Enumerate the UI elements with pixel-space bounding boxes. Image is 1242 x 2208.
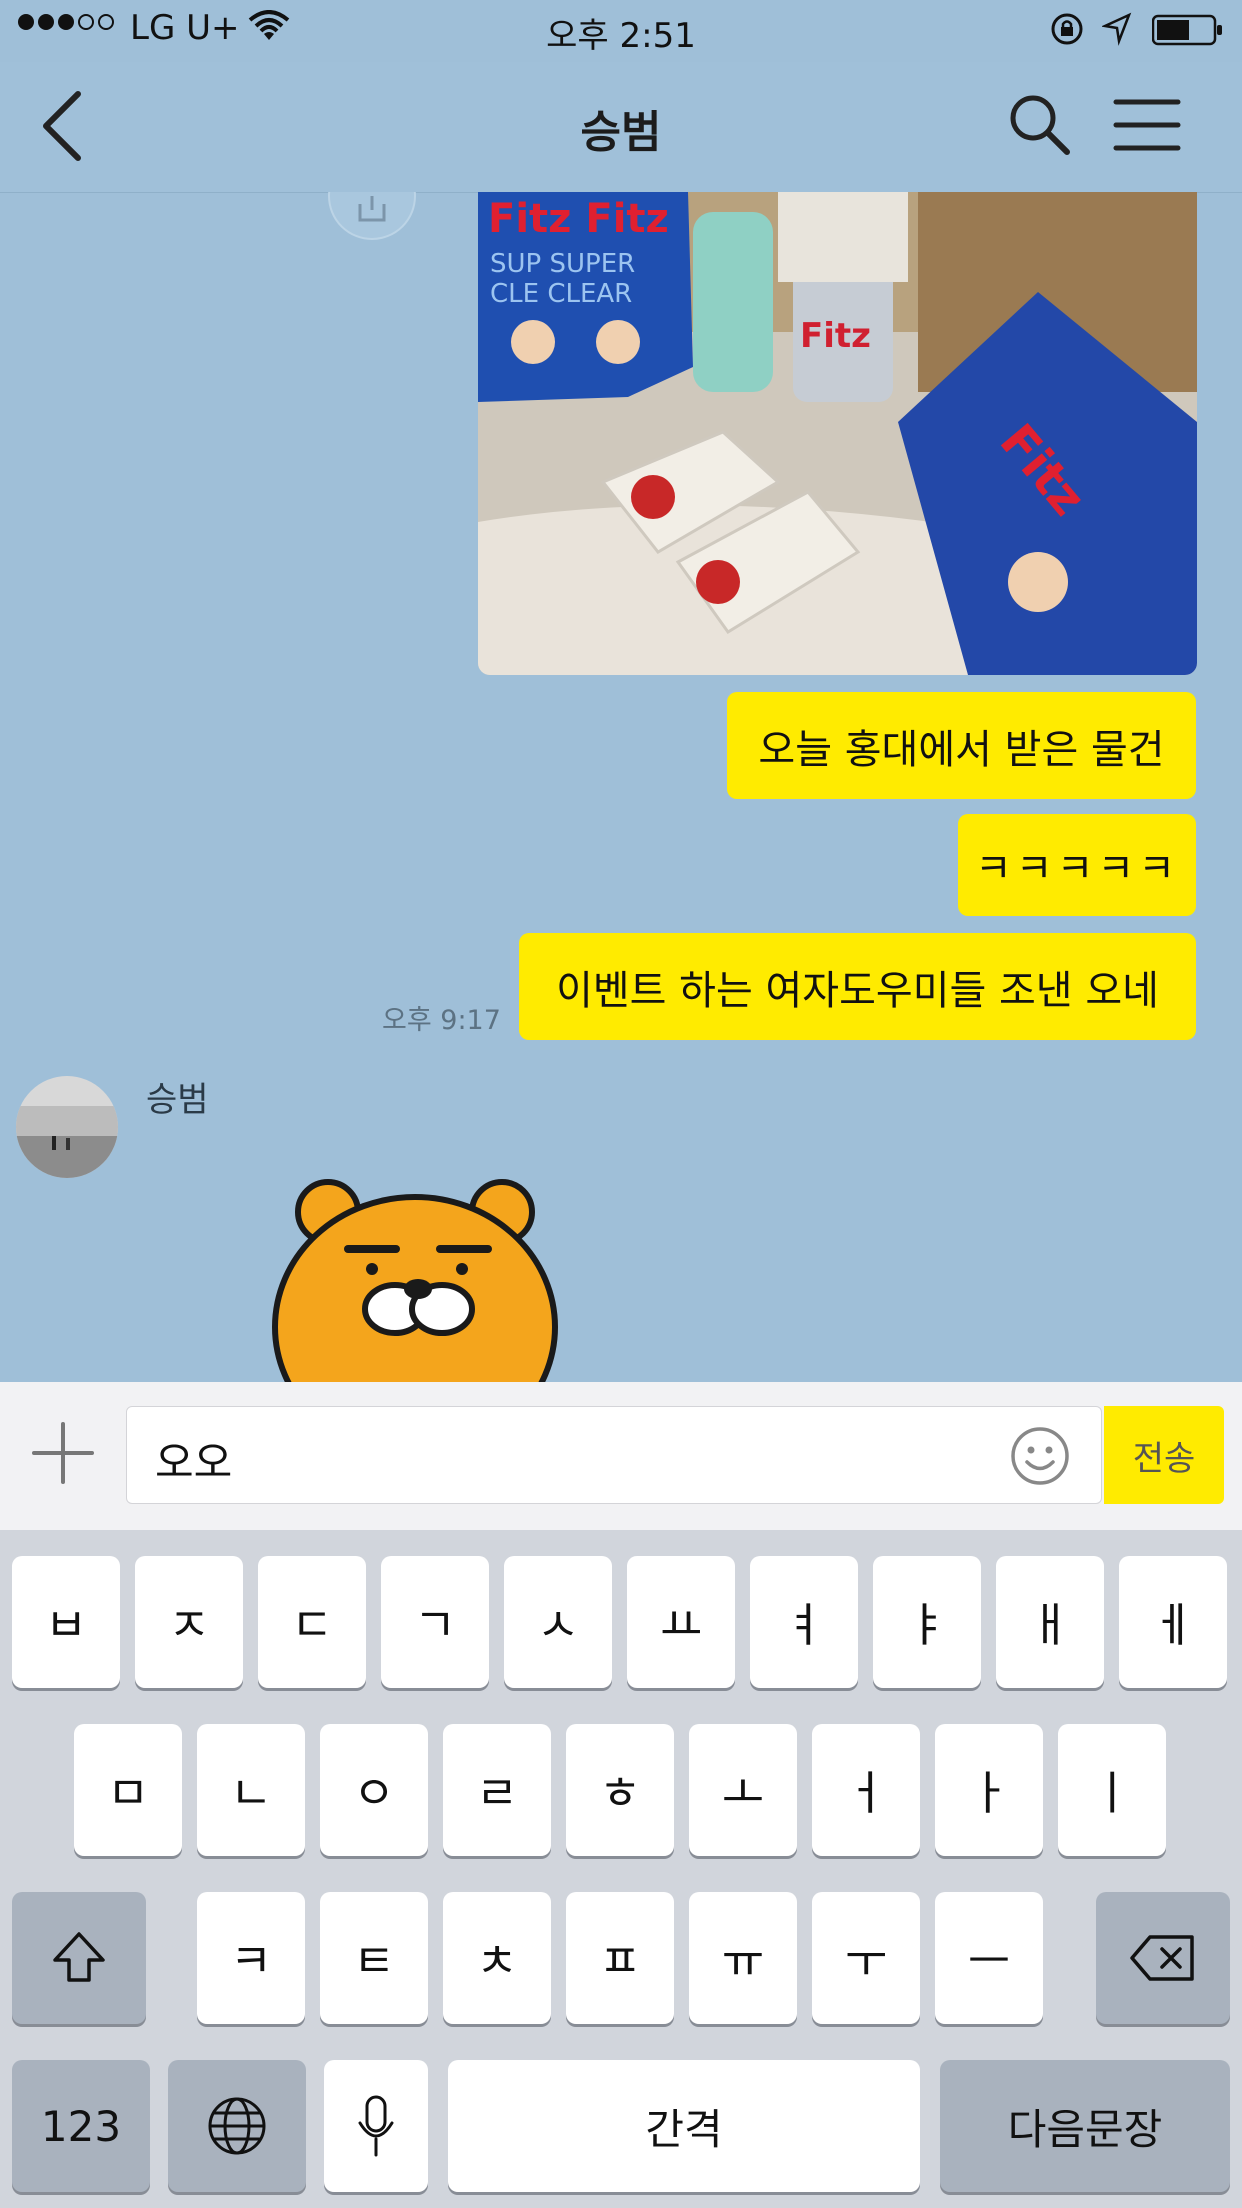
- svg-text:Fitz Fitz: Fitz Fitz: [488, 196, 669, 242]
- korean-keyboard: ㅂ ㅈ ㄷ ㄱ ㅅ ㅛ ㅕ ㅑ ㅐ ㅔ ㅁ ㄴ ㅇ ㄹ ㅎ ㅗ ㅓ ㅏ ㅣ ㅋ …: [0, 1530, 1242, 2208]
- key[interactable]: ㅁ: [74, 1724, 182, 1856]
- svg-text:Fitz: Fitz: [800, 316, 871, 356]
- key[interactable]: ㅇ: [320, 1724, 428, 1856]
- microphone-icon: [358, 2095, 394, 2157]
- key[interactable]: ㅣ: [1058, 1724, 1166, 1856]
- key[interactable]: ㅂ: [12, 1556, 120, 1688]
- backspace-icon: [1130, 1935, 1194, 1981]
- key[interactable]: ㅎ: [566, 1724, 674, 1856]
- key[interactable]: ㅜ: [812, 1892, 920, 2024]
- key[interactable]: ㅈ: [135, 1556, 243, 1688]
- chat-header: 승범: [0, 62, 1242, 193]
- battery-icon: [1151, 14, 1224, 55]
- key[interactable]: ㅕ: [750, 1556, 858, 1688]
- svg-text:SUP SUPER: SUP SUPER: [490, 249, 635, 279]
- key[interactable]: ㅅ: [504, 1556, 612, 1688]
- backspace-key[interactable]: [1096, 1892, 1230, 2024]
- svg-text:CLE CLEAR: CLE CLEAR: [490, 279, 632, 309]
- message-input-value: 오오: [155, 1438, 233, 1487]
- dictation-key[interactable]: [324, 2060, 428, 2192]
- key[interactable]: ㄹ: [443, 1724, 551, 1856]
- key[interactable]: ㅋ: [197, 1892, 305, 2024]
- key[interactable]: ㅠ: [689, 1892, 797, 2024]
- globe-icon: [208, 2097, 266, 2155]
- key[interactable]: ㅗ: [689, 1724, 797, 1856]
- key[interactable]: ㅍ: [566, 1892, 674, 2024]
- key[interactable]: ㅑ: [873, 1556, 981, 1688]
- avatar[interactable]: [16, 1076, 118, 1178]
- message-input[interactable]: 오오: [126, 1406, 1102, 1504]
- ryan-bear-sticker[interactable]: [270, 1167, 570, 1382]
- key[interactable]: ㅔ: [1119, 1556, 1227, 1688]
- chat-log[interactable]: Fitz Fitz SUP SUPER CLE CLEAR Fitz Fitz …: [0, 192, 1242, 1382]
- emoticon-icon[interactable]: [1009, 1425, 1071, 1487]
- key[interactable]: ㅓ: [812, 1724, 920, 1856]
- hamburger-menu-icon[interactable]: [1112, 90, 1182, 160]
- key[interactable]: ㅌ: [320, 1892, 428, 2024]
- rotation-lock-icon: [1050, 12, 1084, 55]
- message-bubble[interactable]: 이벤트 하는 여자도우미들 조낸 오네: [519, 933, 1196, 1040]
- message-composer: 오오 전송: [0, 1382, 1242, 1530]
- message-bubble[interactable]: ㅋㅋㅋㅋㅋ: [958, 814, 1196, 916]
- sender-name: 승범: [146, 1080, 209, 1120]
- numbers-key[interactable]: 123: [12, 2060, 150, 2192]
- location-arrow-icon: [1100, 12, 1132, 55]
- status-bar: LG U+ 오후 2:51: [0, 0, 1242, 62]
- message-timestamp: 오후 9:17: [382, 1005, 501, 1036]
- key[interactable]: ㅏ: [935, 1724, 1043, 1856]
- search-icon[interactable]: [1005, 90, 1075, 160]
- photo-message[interactable]: Fitz Fitz SUP SUPER CLE CLEAR Fitz Fitz: [478, 192, 1197, 675]
- send-button[interactable]: 전송: [1104, 1406, 1224, 1504]
- key[interactable]: ㅡ: [935, 1892, 1043, 2024]
- key[interactable]: ㄱ: [381, 1556, 489, 1688]
- key[interactable]: ㄷ: [258, 1556, 366, 1688]
- globe-key[interactable]: [168, 2060, 306, 2192]
- shift-icon: [53, 1932, 105, 1982]
- share-icon[interactable]: [328, 192, 416, 240]
- space-key[interactable]: 간격: [448, 2060, 920, 2192]
- return-key[interactable]: 다음문장: [940, 2060, 1230, 2192]
- key[interactable]: ㅛ: [627, 1556, 735, 1688]
- shift-key[interactable]: [12, 1892, 146, 2024]
- plus-icon[interactable]: [28, 1418, 98, 1488]
- message-bubble[interactable]: 오늘 홍대에서 받은 물건: [727, 692, 1196, 799]
- key[interactable]: ㄴ: [197, 1724, 305, 1856]
- key[interactable]: ㅐ: [996, 1556, 1104, 1688]
- key[interactable]: ㅊ: [443, 1892, 551, 2024]
